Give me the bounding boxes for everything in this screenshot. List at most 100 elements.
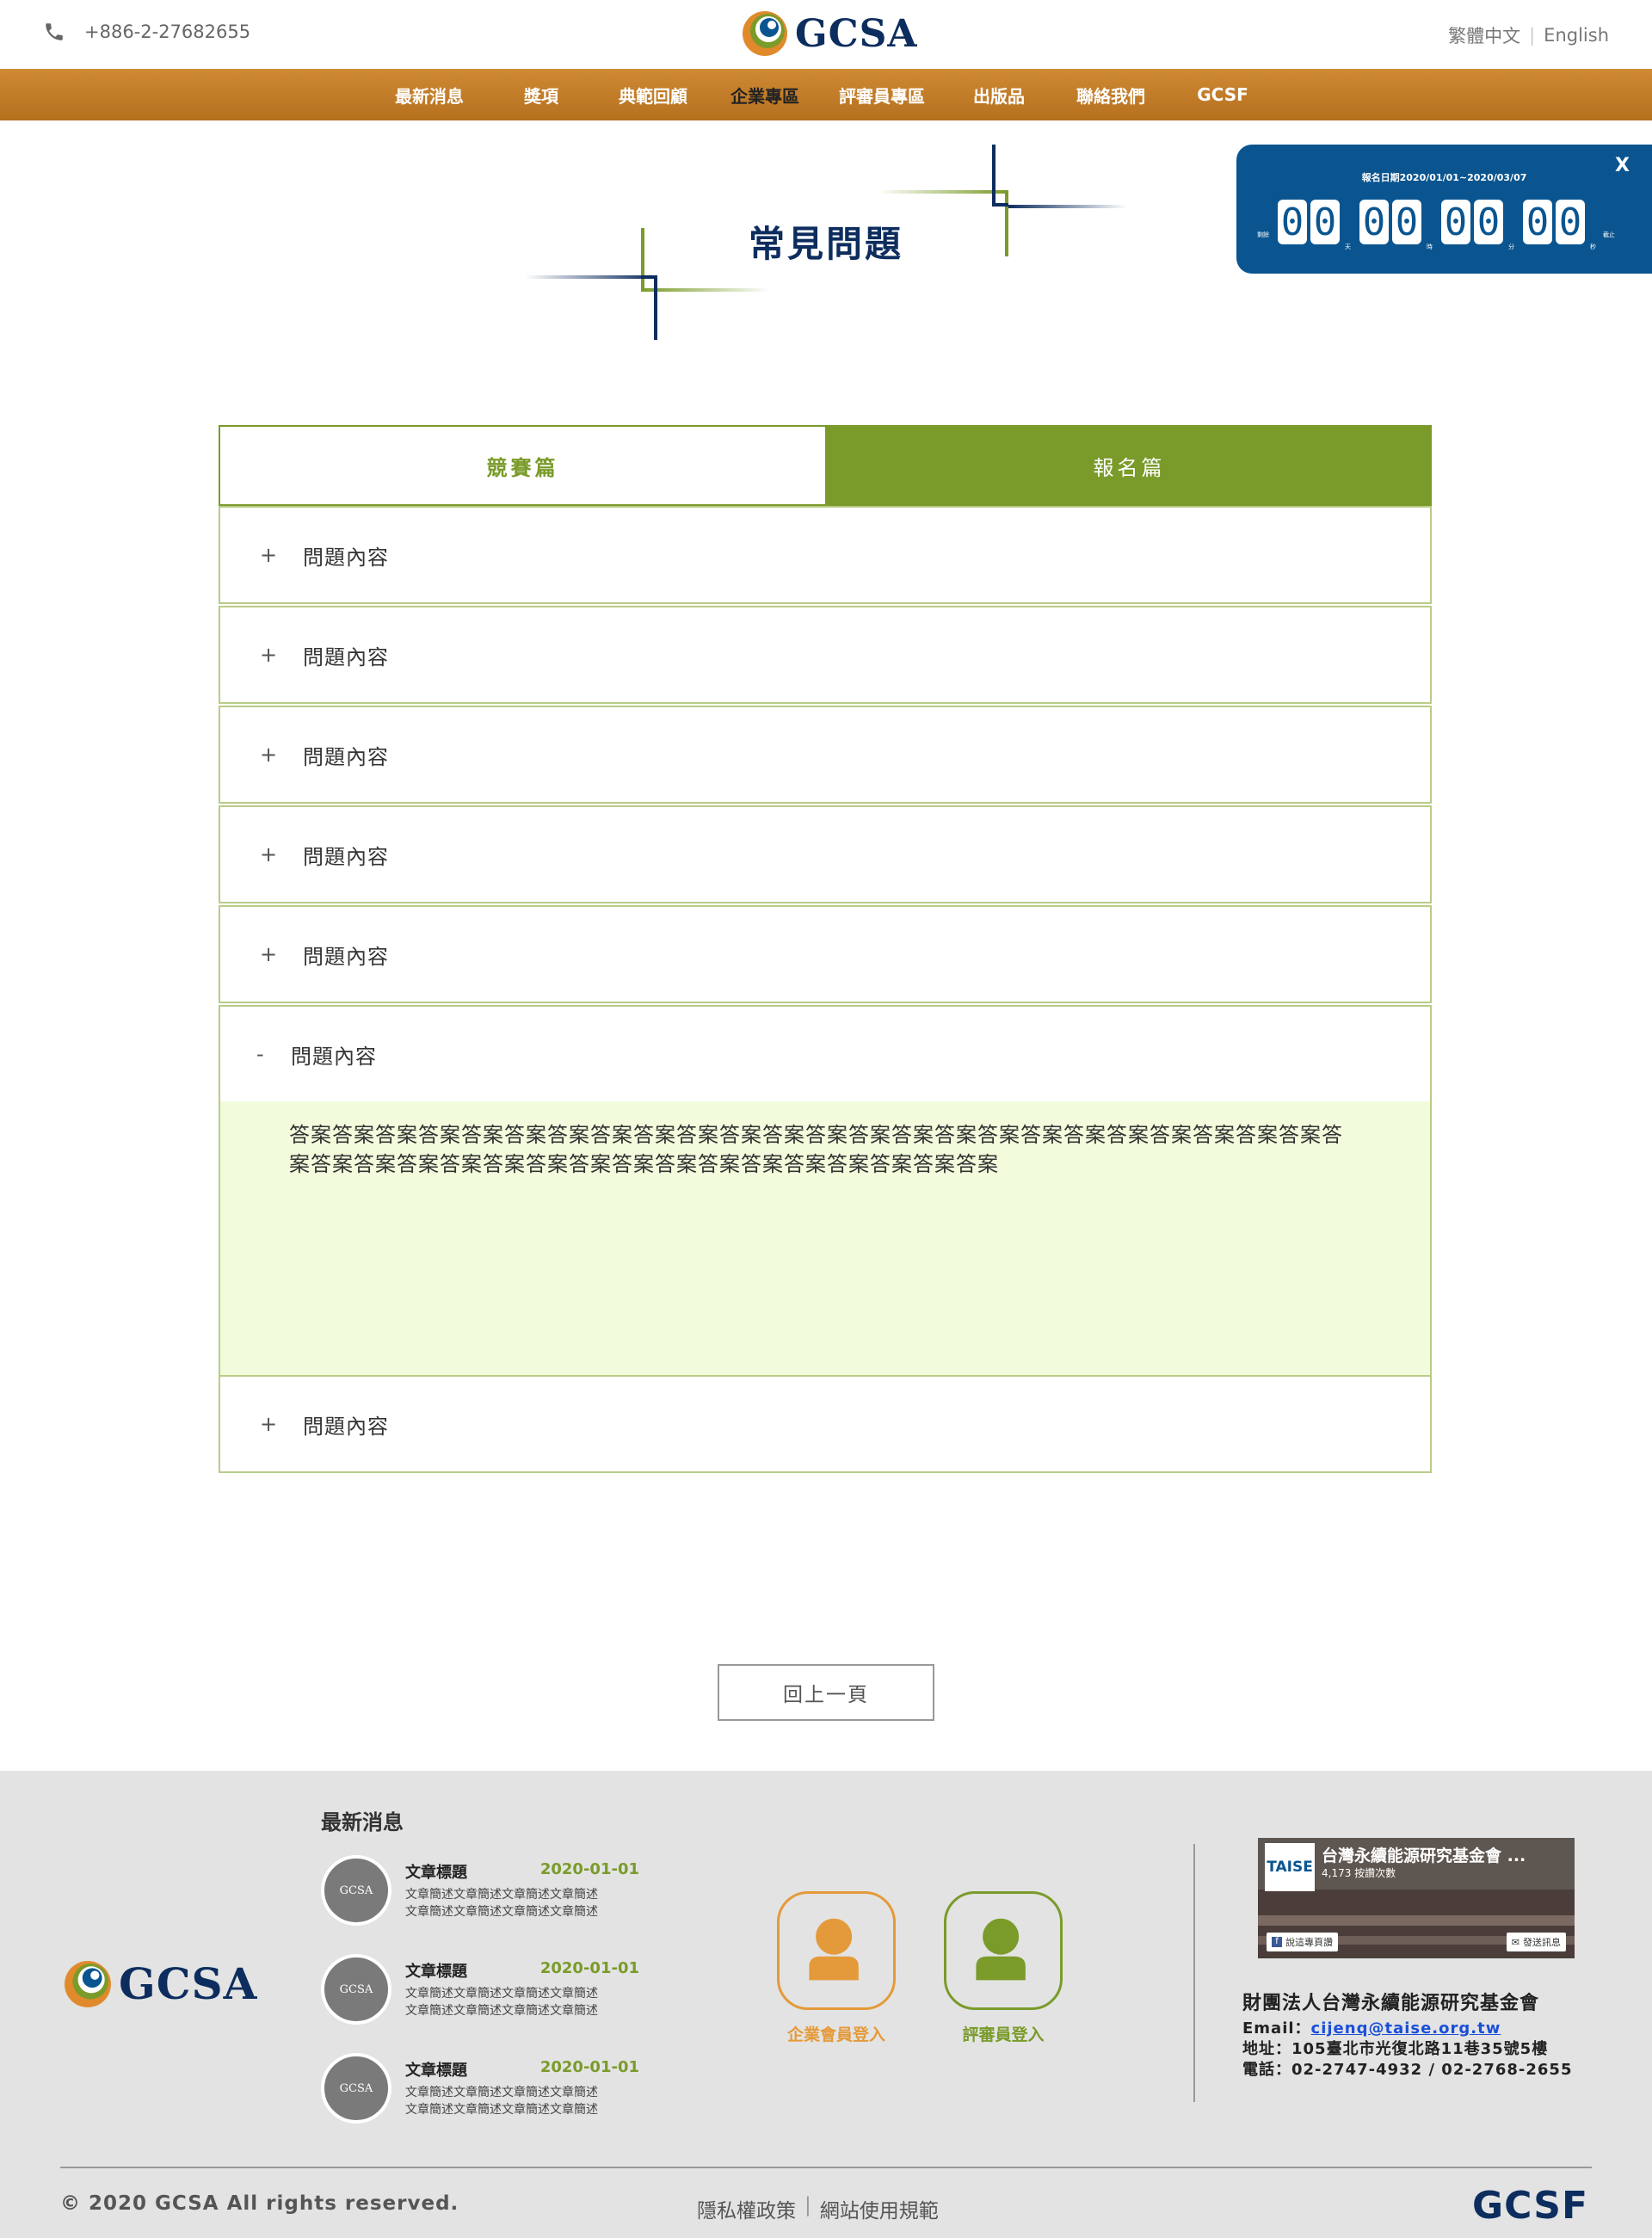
news-body: 文章標題 2020-01-01 文章簡述文章簡述文章簡述文章簡述 文章簡述文章簡… — [405, 2053, 639, 2125]
digit: 0 — [1310, 200, 1340, 244]
email-label: Email： — [1242, 2019, 1311, 2038]
taise-badge: TAISE — [1265, 1843, 1315, 1891]
news-desc-line: 文章簡述文章簡述文章簡述文章簡述 — [405, 2086, 598, 2099]
email-link[interactable]: cijenq@taise.org.tw — [1311, 2019, 1501, 2038]
countdown-right-label: 截止 — [1603, 231, 1615, 238]
news-desc-line: 文章簡述文章簡述文章簡述文章簡述 — [405, 2004, 598, 2018]
back-button[interactable]: 回上一頁 — [718, 1664, 934, 1721]
footer-links: 隱私權政策 | 網站使用規範 — [697, 2194, 939, 2223]
news-thumbnail: GCSA — [321, 2053, 391, 2124]
news-item[interactable]: GCSA 文章標題 2020-01-01 文章簡述文章簡述文章簡述文章簡述 文章… — [321, 2053, 639, 2125]
org-email-line: Email：cijenq@taise.org.tw — [1242, 2019, 1604, 2039]
faq-item-expanded[interactable]: - 問題內容 — [219, 1005, 1432, 1103]
tab-registration[interactable]: 報名篇 — [827, 425, 1432, 506]
news-thumbnail: GCSA — [321, 1855, 391, 1926]
expand-icon: + — [260, 1412, 278, 1436]
judge-login-button[interactable]: 評審員登入 — [943, 1891, 1063, 2045]
facebook-page-widget[interactable]: TAISE 台灣永續能源研究基金會 ... 4,173 按讚次數 f 說這專頁讚… — [1258, 1838, 1575, 1958]
lang-en-link[interactable]: English — [1544, 25, 1609, 46]
faq-item[interactable]: + 問題內容 — [219, 706, 1432, 804]
footer-news-heading: 最新消息 — [321, 1810, 404, 1834]
news-body: 文章標題 2020-01-01 文章簡述文章簡述文章簡述文章簡述 文章簡述文章簡… — [405, 1954, 639, 2026]
faq-question: 問題內容 — [291, 1044, 377, 1069]
faq-question: 問題內容 — [303, 545, 389, 570]
faq-item[interactable]: + 問題內容 — [219, 805, 1432, 903]
news-date: 2020-01-01 — [539, 2058, 639, 2076]
digit: 0 — [1441, 200, 1470, 244]
expand-icon: + — [260, 543, 278, 567]
nav-contact[interactable]: 聯絡我們 — [1073, 83, 1149, 108]
phone-icon — [46, 23, 63, 40]
news-desc-line: 文章簡述文章簡述文章簡述文章簡述 — [405, 1905, 598, 1919]
digit: 0 — [1556, 200, 1585, 244]
unit-label: 時 — [1427, 244, 1433, 250]
fb-message-button[interactable]: ✉ 發送訊息 — [1506, 1933, 1566, 1951]
footer: GCSA 最新消息 GCSA 文章標題 2020-01-01 文章簡述文章簡述文… — [0, 1771, 1652, 2238]
nav-judges[interactable]: 評審員專區 — [839, 83, 925, 108]
user-icon — [976, 1918, 1026, 1981]
terms-link[interactable]: 網站使用規範 — [820, 2194, 939, 2223]
faq-item[interactable]: + 問題內容 — [219, 905, 1432, 1003]
faq-question: 問題內容 — [303, 1414, 389, 1439]
countdown-left-label: 剩餘 — [1257, 231, 1269, 238]
registration-countdown: X 報名日期2020/01/01~2020/03/07 剩餘 0 0 天 0 0… — [1236, 145, 1652, 274]
link-divider: | — [804, 2194, 811, 2216]
phone-contact[interactable]: +886-2-27682655 — [43, 21, 250, 43]
expand-icon: + — [260, 743, 278, 767]
faq-question: 問題內容 — [303, 844, 389, 869]
news-title: 文章標題 — [405, 1864, 467, 1882]
site-logo[interactable]: GCSA — [742, 10, 918, 57]
faq-question: 問題內容 — [303, 944, 389, 969]
faq-answer: 答案答案答案答案答案答案答案答案答案答案答案答案答案答案答案答案答案答案答案答案… — [219, 1101, 1432, 1377]
tab-competition[interactable]: 競賽篇 — [219, 425, 827, 506]
judge-user-icon — [944, 1891, 1063, 2010]
main-nav: 最新消息 獎項 典範回顧 企業專區 評審員專區 出版品 聯絡我們 GCSF — [0, 69, 1652, 120]
news-header: 文章標題 2020-01-01 — [405, 1860, 639, 1883]
gcsf-brand-logo[interactable]: GCSF — [1472, 2184, 1588, 2228]
news-header: 文章標題 2020-01-01 — [405, 2058, 639, 2081]
nav-review[interactable]: 典範回顧 — [615, 83, 691, 108]
faq-item[interactable]: + 問題內容 — [219, 606, 1432, 704]
countdown-date-range: 報名日期2020/01/01~2020/03/07 — [1361, 172, 1527, 183]
footer-logo[interactable]: GCSA — [64, 1958, 257, 2009]
footer-divider — [1193, 1844, 1195, 2102]
faq-item[interactable]: + 問題內容 — [219, 506, 1432, 604]
expand-icon: + — [260, 643, 278, 667]
message-icon: ✉ — [1511, 1936, 1519, 1948]
countdown-seconds: 0 0 秒 — [1523, 200, 1596, 250]
fb-likes-count: 4,173 按讚次數 — [1322, 1867, 1396, 1879]
org-address: 地址：105臺北市光復北路11巷35號5樓 — [1242, 2040, 1549, 2058]
digit: 0 — [1359, 200, 1389, 244]
countdown-minutes: 0 0 分 — [1441, 200, 1514, 250]
org-info: 財團法人台灣永續能源研究基金會 Email：cijenq@taise.org.t… — [1242, 1988, 1604, 2081]
privacy-link[interactable]: 隱私權政策 — [697, 2194, 796, 2223]
faq-question: 問題內容 — [303, 744, 389, 769]
news-title: 文章標題 — [405, 2062, 467, 2080]
lang-zh-link[interactable]: 繁體中文 — [1448, 22, 1520, 48]
fb-like-label: 說這專頁讚 — [1285, 1937, 1333, 1948]
copyright: © 2020 GCSA All rights reserved. — [60, 2192, 459, 2215]
news-item[interactable]: GCSA 文章標題 2020-01-01 文章簡述文章簡述文章簡述文章簡述 文章… — [321, 1855, 639, 1927]
nav-gcsf[interactable]: GCSF — [1185, 84, 1261, 105]
phone-number: +886-2-27682655 — [84, 22, 251, 42]
nav-awards[interactable]: 獎項 — [503, 83, 579, 108]
footer-rule — [60, 2167, 1592, 2168]
countdown-days: 0 0 天 — [1278, 200, 1351, 250]
judge-login-label: 評審員登入 — [962, 2025, 1045, 2044]
news-item[interactable]: GCSA 文章標題 2020-01-01 文章簡述文章簡述文章簡述文章簡述 文章… — [321, 1954, 639, 2026]
news-body: 文章標題 2020-01-01 文章簡述文章簡述文章簡述文章簡述 文章簡述文章簡… — [405, 1855, 639, 1927]
collapse-icon: - — [256, 1042, 264, 1066]
org-name: 財團法人台灣永續能源研究基金會 — [1242, 1993, 1540, 2014]
nav-news[interactable]: 最新消息 — [391, 83, 467, 108]
company-login-button[interactable]: 企業會員登入 — [776, 1891, 897, 2045]
faq-item[interactable]: + 問題內容 — [219, 1375, 1432, 1473]
fb-message-label: 發送訊息 — [1523, 1937, 1561, 1948]
nav-publications[interactable]: 出版品 — [961, 83, 1037, 108]
company-login-label: 企業會員登入 — [786, 2025, 885, 2044]
nav-enterprise[interactable]: 企業專區 — [727, 83, 803, 108]
news-desc-line: 文章簡述文章簡述文章簡述文章簡述 — [405, 2103, 598, 2117]
digit: 0 — [1474, 200, 1503, 244]
unit-label: 秒 — [1590, 244, 1596, 250]
fb-like-button[interactable]: f 說這專頁讚 — [1267, 1933, 1338, 1951]
faq-question: 問題內容 — [303, 644, 389, 669]
